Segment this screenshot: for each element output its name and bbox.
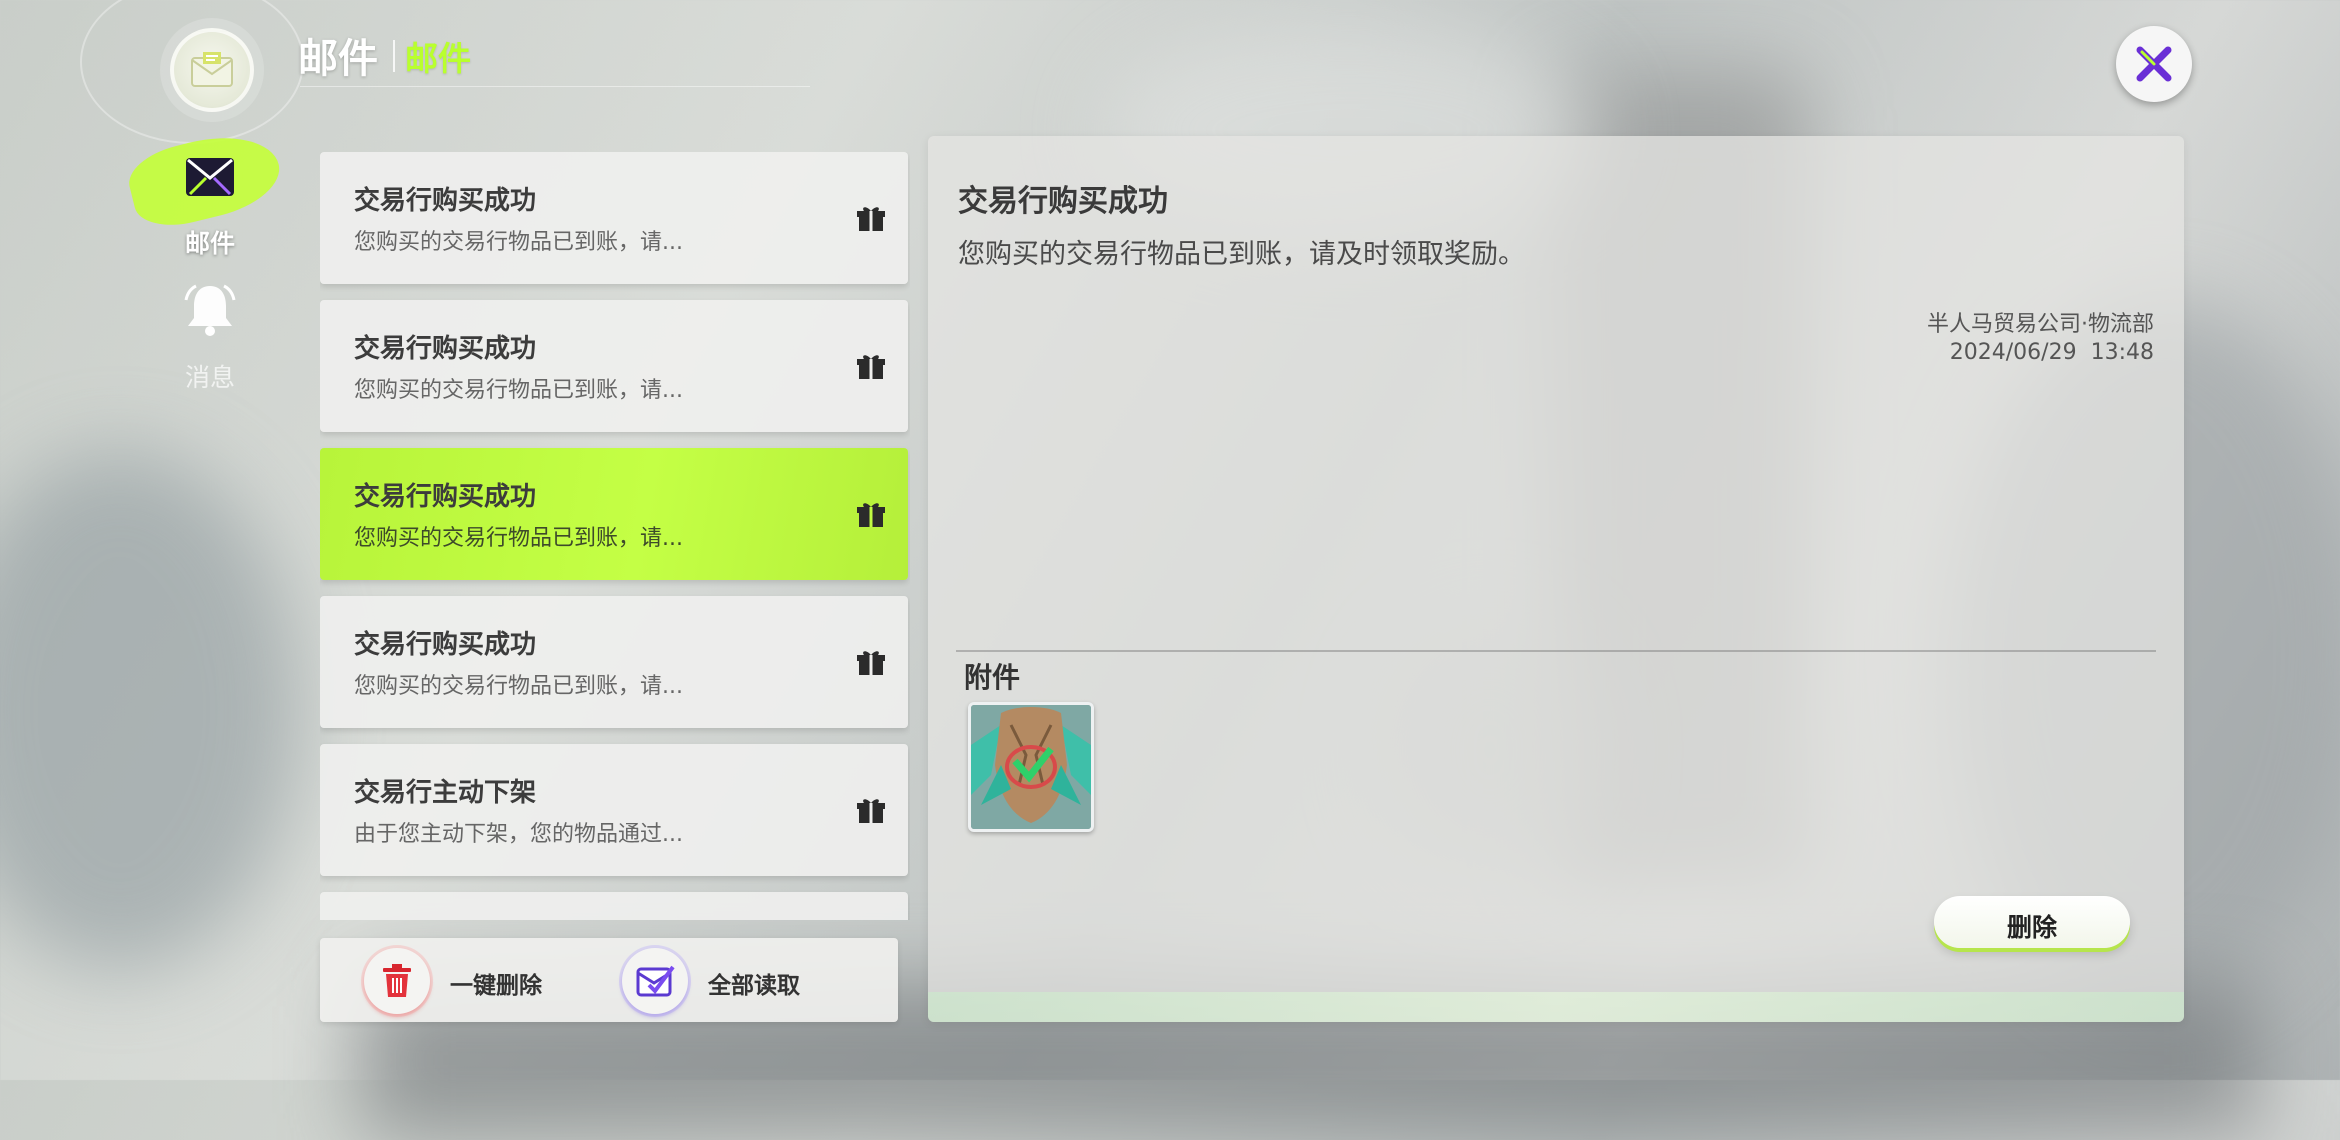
mail-list-item[interactable]: 交易行主动下架 由于您主动下架，您的物品通过...: [320, 744, 908, 876]
trash-icon: [364, 948, 430, 1014]
mail-list-item[interactable]: 交易行购买成功 您购买的交易行物品已到账，请...: [320, 300, 908, 432]
gift-icon: [857, 503, 885, 527]
mail-list-item-selected[interactable]: 交易行购买成功 您购买的交易行物品已到账，请...: [320, 448, 908, 580]
gift-icon: [857, 355, 885, 379]
mail-title: 交易行购买成功: [354, 334, 537, 364]
read-all-button[interactable]: 全部读取: [622, 938, 842, 1022]
gift-icon: [857, 207, 885, 231]
sidebar-item-messages[interactable]: 消息: [140, 282, 280, 392]
mail-preview: 您购买的交易行物品已到账，请...: [354, 230, 683, 255]
mail-preview: 您购买的交易行物品已到账，请...: [354, 378, 683, 403]
mail-title: 交易行主动下架: [354, 778, 537, 808]
mail-title: 交易行购买成功: [354, 186, 537, 216]
mail-date: 2024/06/29: [1949, 340, 2077, 365]
title-separator: [393, 40, 395, 72]
delete-all-label: 一键删除: [450, 973, 542, 999]
mail-preview: 您购买的交易行物品已到账，请...: [354, 526, 683, 551]
mail-detail-title: 交易行购买成功: [958, 184, 1168, 219]
sidebar-item-mail[interactable]: 邮件: [122, 123, 288, 260]
close-icon: [2136, 46, 2172, 82]
header-divider: [300, 86, 810, 87]
mail-list[interactable]: 交易行购买成功 您购买的交易行物品已到账，请... 交易行购买成功 您购买的交易…: [320, 152, 910, 920]
mail-preview: 由于您主动下架，您的物品通过...: [354, 822, 683, 847]
mail-time: 13:48: [2090, 340, 2154, 365]
read-all-label: 全部读取: [708, 973, 800, 999]
mail-detail-body: 您购买的交易行物品已到账，请及时领取奖励。: [958, 239, 1525, 270]
delete-all-button[interactable]: 一键删除: [364, 938, 564, 1022]
delete-button-label: 删除: [2006, 913, 2057, 942]
mail-preview: 您购买的交易行物品已到账，请...: [354, 674, 683, 699]
sidebar-item-label: 邮件: [184, 229, 235, 258]
read-all-icon: [622, 948, 688, 1014]
sidebar-item-label: 消息: [184, 363, 235, 392]
mail-logo-icon: [170, 28, 254, 112]
bell-icon: [184, 282, 236, 338]
mail-datetime: 2024/06/29 13:48: [1950, 340, 2154, 365]
mail-list-item[interactable]: 交易行购买成功 您购买的交易行物品已到账，请...: [320, 596, 908, 728]
close-button[interactable]: [2116, 26, 2192, 102]
mail-title: 交易行购买成功: [354, 482, 537, 512]
page-subtitle: 邮件: [405, 39, 471, 78]
mail-title: 交易行购买成功: [354, 630, 537, 660]
delete-button[interactable]: 删除: [1934, 896, 2130, 948]
mail-list-item[interactable]: [320, 892, 908, 920]
mail-list-item[interactable]: 交易行购买成功 您购买的交易行物品已到账，请...: [320, 152, 908, 284]
gift-icon: [857, 651, 885, 675]
item-icon: [971, 705, 1091, 829]
mail-detail-panel: 交易行购买成功 您购买的交易行物品已到账，请及时领取奖励。 半人马贸易公司·物流…: [928, 136, 2184, 1022]
mail-sender: 半人马贸易公司·物流部: [1927, 312, 2154, 337]
background-blur: [0, 450, 300, 970]
gift-icon: [857, 799, 885, 823]
attachment-label: 附件: [964, 661, 1021, 694]
attachment-divider: [956, 650, 2156, 652]
mail-action-bar: 一键删除 全部读取: [320, 938, 898, 1022]
mail-tab-icon: [184, 154, 236, 200]
attachment-item[interactable]: [968, 702, 1094, 832]
page-title: 邮件: [298, 36, 378, 82]
